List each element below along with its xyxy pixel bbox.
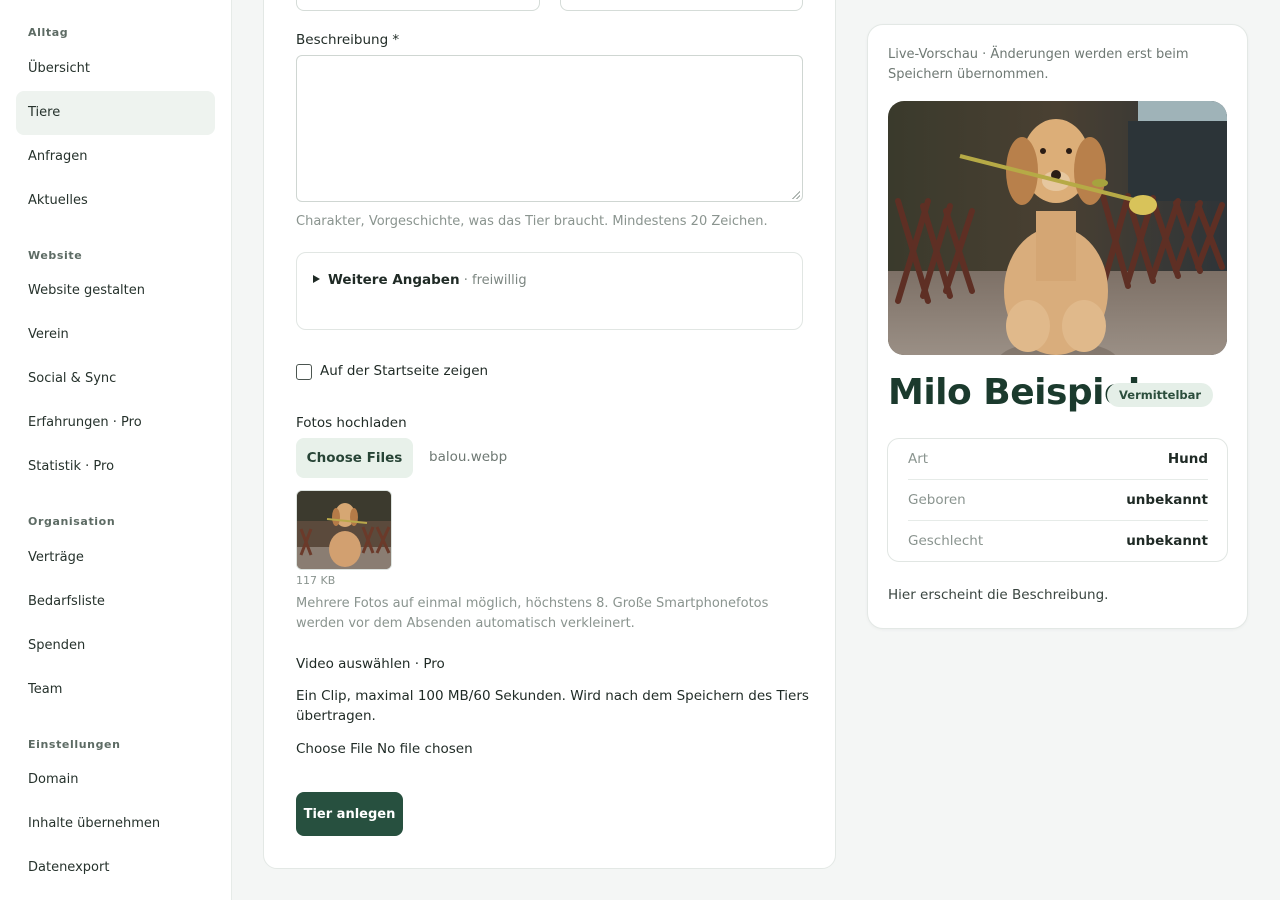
dog-thumbnail-image bbox=[297, 491, 391, 569]
photos-hint-line2: werden vor dem Absenden automatisch verk… bbox=[296, 616, 635, 631]
startpage-checkbox[interactable] bbox=[296, 364, 312, 380]
sidebar-item-statistik[interactable]: Statistik · Pro bbox=[16, 445, 215, 489]
sidebar-item-bedarfsliste[interactable]: Bedarfsliste bbox=[16, 580, 215, 624]
video-hint-line1: Ein Clip, maximal 100 MB/60 Sekunden. Wi… bbox=[296, 688, 809, 704]
photo-thumbnail bbox=[296, 490, 392, 570]
status-badge: Vermittelbar bbox=[1107, 383, 1214, 407]
info-key: Geboren bbox=[908, 492, 966, 508]
preview-description: Hier erscheint die Beschreibung. bbox=[888, 587, 1109, 603]
info-row-geschlecht: Geschlecht unbekannt bbox=[908, 521, 1208, 562]
details-summary[interactable]: Weitere Angaben · freiwillig bbox=[313, 272, 527, 288]
sidebar-item-erfahrungen[interactable]: Erfahrungen · Pro bbox=[16, 401, 215, 445]
details-title: Weitere Angaben bbox=[328, 272, 460, 288]
video-hint-line2: übertragen. bbox=[296, 708, 376, 724]
sidebar-item-vertraege[interactable]: Verträge bbox=[16, 536, 215, 580]
sidebar-item-spenden[interactable]: Spenden bbox=[16, 624, 215, 668]
photo-size: 117 KB bbox=[296, 574, 336, 587]
choose-photos-button[interactable]: Choose Files bbox=[296, 438, 413, 478]
info-row-geboren: Geboren unbekannt bbox=[908, 480, 1208, 521]
sidebar-item-tiere[interactable]: Tiere bbox=[16, 91, 215, 135]
description-textarea[interactable] bbox=[296, 55, 803, 202]
startpage-label[interactable]: Auf der Startseite zeigen bbox=[320, 363, 488, 379]
sidebar-item-social-sync[interactable]: Social & Sync bbox=[16, 357, 215, 401]
sidebar-item-datenexport[interactable]: Datenexport bbox=[16, 846, 215, 890]
info-row-art: Art Hund bbox=[908, 439, 1208, 480]
sidebar-item-anfragen[interactable]: Anfragen bbox=[16, 135, 215, 179]
sidebar-group-organisation: Organisation bbox=[28, 515, 116, 528]
resize-handle-icon[interactable] bbox=[792, 191, 800, 199]
sidebar-item-website-gestalten[interactable]: Website gestalten bbox=[16, 269, 215, 313]
sidebar-group-einstellungen: Einstellungen bbox=[28, 738, 121, 751]
photos-label: Fotos hochladen bbox=[296, 415, 407, 431]
sidebar-item-uebersicht[interactable]: Übersicht bbox=[16, 47, 215, 91]
sidebar: Alltag Übersicht Tiere Anfragen Aktuelle… bbox=[0, 0, 232, 900]
disclosure-triangle-icon bbox=[313, 275, 320, 283]
info-value: unbekannt bbox=[1126, 492, 1208, 508]
photos-filename: balou.webp bbox=[429, 449, 508, 465]
video-file-status: No file chosen bbox=[377, 741, 473, 757]
sidebar-item-aktuelles[interactable]: Aktuelles bbox=[16, 179, 215, 223]
preview-note-line1: Live-Vorschau · Änderungen werden erst b… bbox=[888, 47, 1189, 62]
details-optional-note: · freiwillig bbox=[459, 273, 527, 288]
sidebar-group-alltag: Alltag bbox=[28, 26, 69, 39]
info-key: Geschlecht bbox=[908, 533, 984, 549]
create-animal-button[interactable]: Tier anlegen bbox=[296, 792, 403, 836]
previous-field-left[interactable] bbox=[296, 0, 540, 11]
sidebar-item-inhalte-uebernehmen[interactable]: Inhalte übernehmen bbox=[16, 802, 215, 846]
optional-details[interactable]: Weitere Angaben · freiwillig bbox=[296, 252, 803, 330]
animal-name: Milo Beispiel bbox=[888, 372, 1140, 413]
previous-field-right[interactable] bbox=[560, 0, 803, 11]
sidebar-group-website: Website bbox=[28, 249, 83, 262]
video-file-input[interactable]: Choose File No file chosen bbox=[296, 741, 473, 757]
choose-video-button[interactable]: Choose File bbox=[296, 741, 373, 757]
photos-hint-line1: Mehrere Fotos auf einmal möglich, höchst… bbox=[296, 596, 769, 611]
info-key: Art bbox=[908, 451, 929, 467]
description-hint: Charakter, Vorgeschichte, was das Tier b… bbox=[296, 214, 768, 229]
preview-note-line2: Speichern übernommen. bbox=[888, 67, 1049, 82]
sidebar-item-team[interactable]: Team bbox=[16, 668, 215, 712]
video-label: Video auswählen · Pro bbox=[296, 656, 445, 672]
description-label: Beschreibung * bbox=[296, 32, 400, 48]
sidebar-item-domain[interactable]: Domain bbox=[16, 758, 215, 802]
sidebar-item-verein[interactable]: Verein bbox=[16, 313, 215, 357]
dog-photo-image bbox=[888, 101, 1227, 355]
animal-info-table: Art Hund Geboren unbekannt Geschlecht un… bbox=[887, 438, 1228, 562]
info-value: unbekannt bbox=[1126, 533, 1208, 549]
preview-photo bbox=[888, 101, 1227, 355]
info-value: Hund bbox=[1167, 451, 1208, 467]
